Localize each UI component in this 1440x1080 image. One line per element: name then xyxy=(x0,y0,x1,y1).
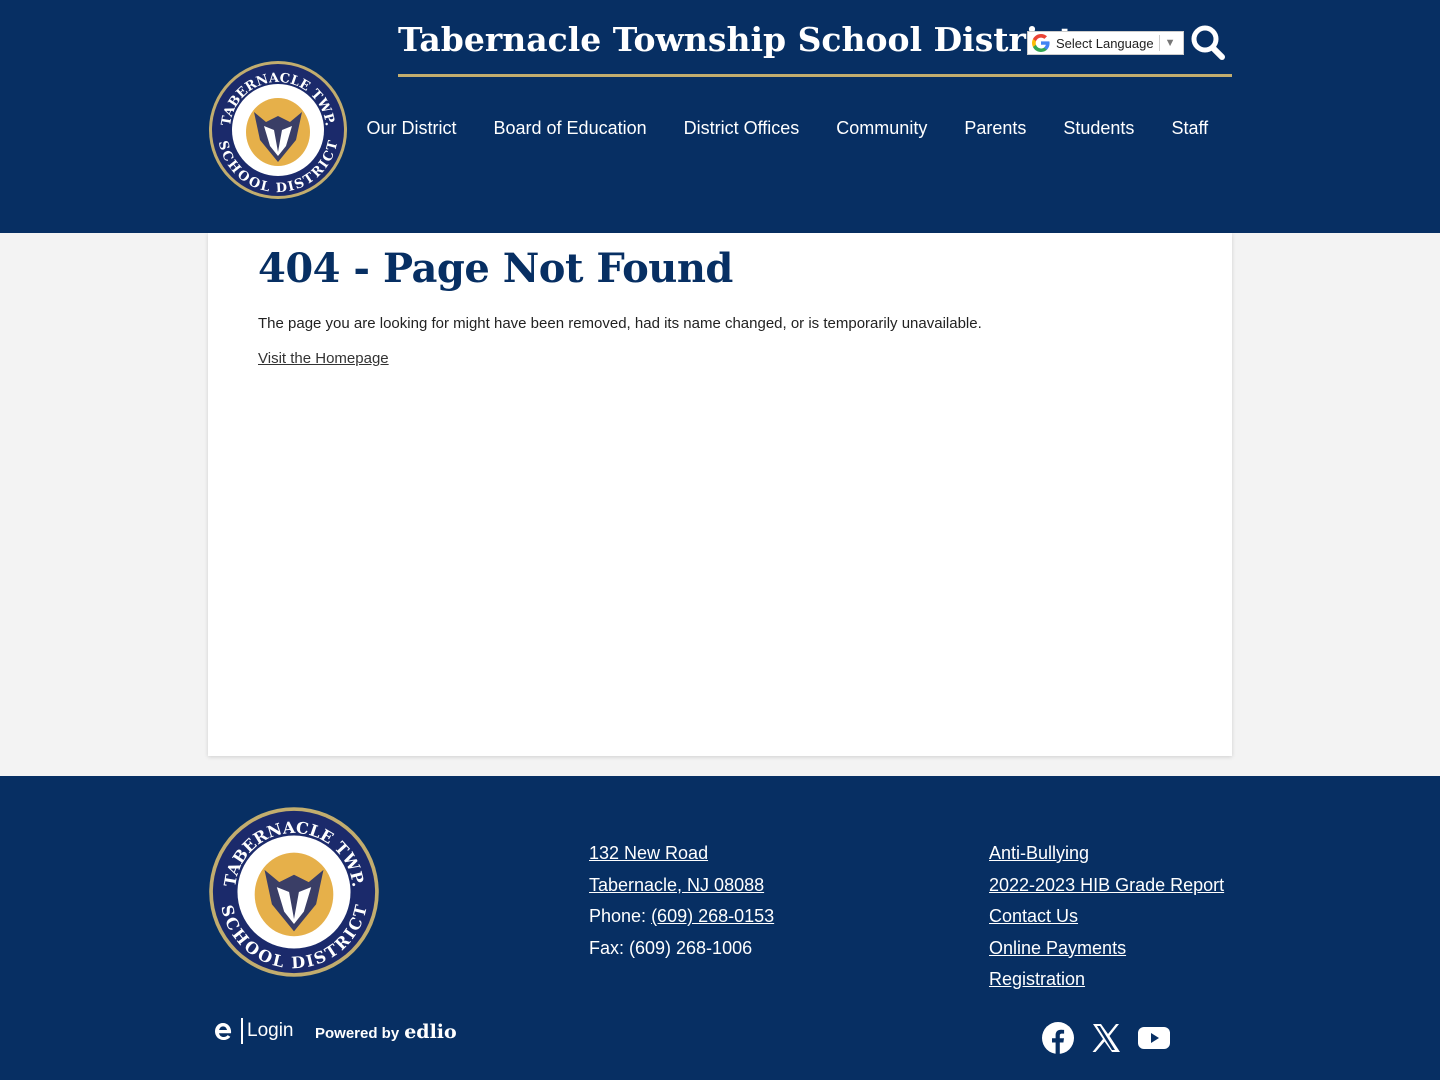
error-message: The page you are looking for might have … xyxy=(258,315,982,332)
select-separator xyxy=(1158,35,1160,51)
nav-item-staff[interactable]: Staff xyxy=(1153,118,1227,139)
powered-by-text: Powered by xyxy=(315,1025,400,1042)
login-divider xyxy=(241,1018,243,1044)
nav-item-district-offices[interactable]: District Offices xyxy=(665,118,818,139)
footer-link-online-payments[interactable]: Online Payments xyxy=(989,938,1126,958)
powered-by-edlio[interactable]: Powered by edlio xyxy=(315,1021,457,1043)
site-title[interactable]: Tabernacle Township School District xyxy=(398,20,1074,59)
footer-link-hib-grade-report[interactable]: 2022-2023 HIB Grade Report xyxy=(989,875,1224,895)
language-select-label: Select Language xyxy=(1056,35,1154,51)
address-line2-link[interactable]: Tabernacle, NJ 08088 xyxy=(589,875,764,895)
fax-text: Fax: (609) 268-1006 xyxy=(589,937,753,958)
footer-link-registration[interactable]: Registration xyxy=(989,969,1085,989)
address-line1-link[interactable]: 132 New Road xyxy=(589,843,708,863)
social-links xyxy=(1042,1022,1170,1054)
login-link[interactable]: Login xyxy=(247,1020,294,1042)
phone-link[interactable]: (609) 268-0153 xyxy=(651,906,774,926)
language-select[interactable]: Select Language ▼ xyxy=(1027,31,1184,55)
login-area: Login xyxy=(212,1018,294,1044)
site-header: TABERNACLE TWP. SCHOOL DISTRICT Tabernac… xyxy=(0,0,1440,233)
edlio-brand: edlio xyxy=(404,1021,457,1043)
footer-links: Anti-Bullying 2022-2023 HIB Grade Report… xyxy=(989,838,1224,996)
nav-item-parents[interactable]: Parents xyxy=(946,118,1045,139)
google-translate-icon xyxy=(1032,34,1050,52)
main-nav: Our District Board of Education District… xyxy=(348,118,1227,139)
facebook-icon[interactable] xyxy=(1042,1022,1074,1054)
nav-item-students[interactable]: Students xyxy=(1045,118,1153,139)
main-content: 404 - Page Not Found The page you are lo… xyxy=(208,233,1232,756)
youtube-icon[interactable] xyxy=(1138,1022,1170,1054)
x-icon[interactable] xyxy=(1090,1022,1122,1054)
nav-item-board-of-education[interactable]: Board of Education xyxy=(475,118,665,139)
phone-label: Phone: xyxy=(589,906,652,926)
edlio-e-icon xyxy=(215,1023,232,1040)
nav-item-our-district[interactable]: Our District xyxy=(348,118,475,139)
search-icon[interactable] xyxy=(1190,24,1226,62)
visit-homepage-link[interactable]: Visit the Homepage xyxy=(258,350,389,367)
chevron-down-icon: ▼ xyxy=(1164,37,1176,49)
nav-item-community[interactable]: Community xyxy=(818,118,946,139)
footer-address: 132 New Road Tabernacle, NJ 08088 Phone:… xyxy=(589,838,774,964)
site-footer: TABERNACLE TWP. SCHOOL DISTRICT 132 New … xyxy=(0,776,1440,1080)
footer-link-contact-us[interactable]: Contact Us xyxy=(989,906,1078,926)
footer-district-logo[interactable]: TABERNACLE TWP. SCHOOL DISTRICT xyxy=(208,806,380,978)
footer-link-anti-bullying[interactable]: Anti-Bullying xyxy=(989,843,1089,863)
title-divider xyxy=(398,74,1232,77)
district-logo[interactable]: TABERNACLE TWP. SCHOOL DISTRICT xyxy=(208,60,348,200)
page-title: 404 - Page Not Found xyxy=(258,245,733,292)
